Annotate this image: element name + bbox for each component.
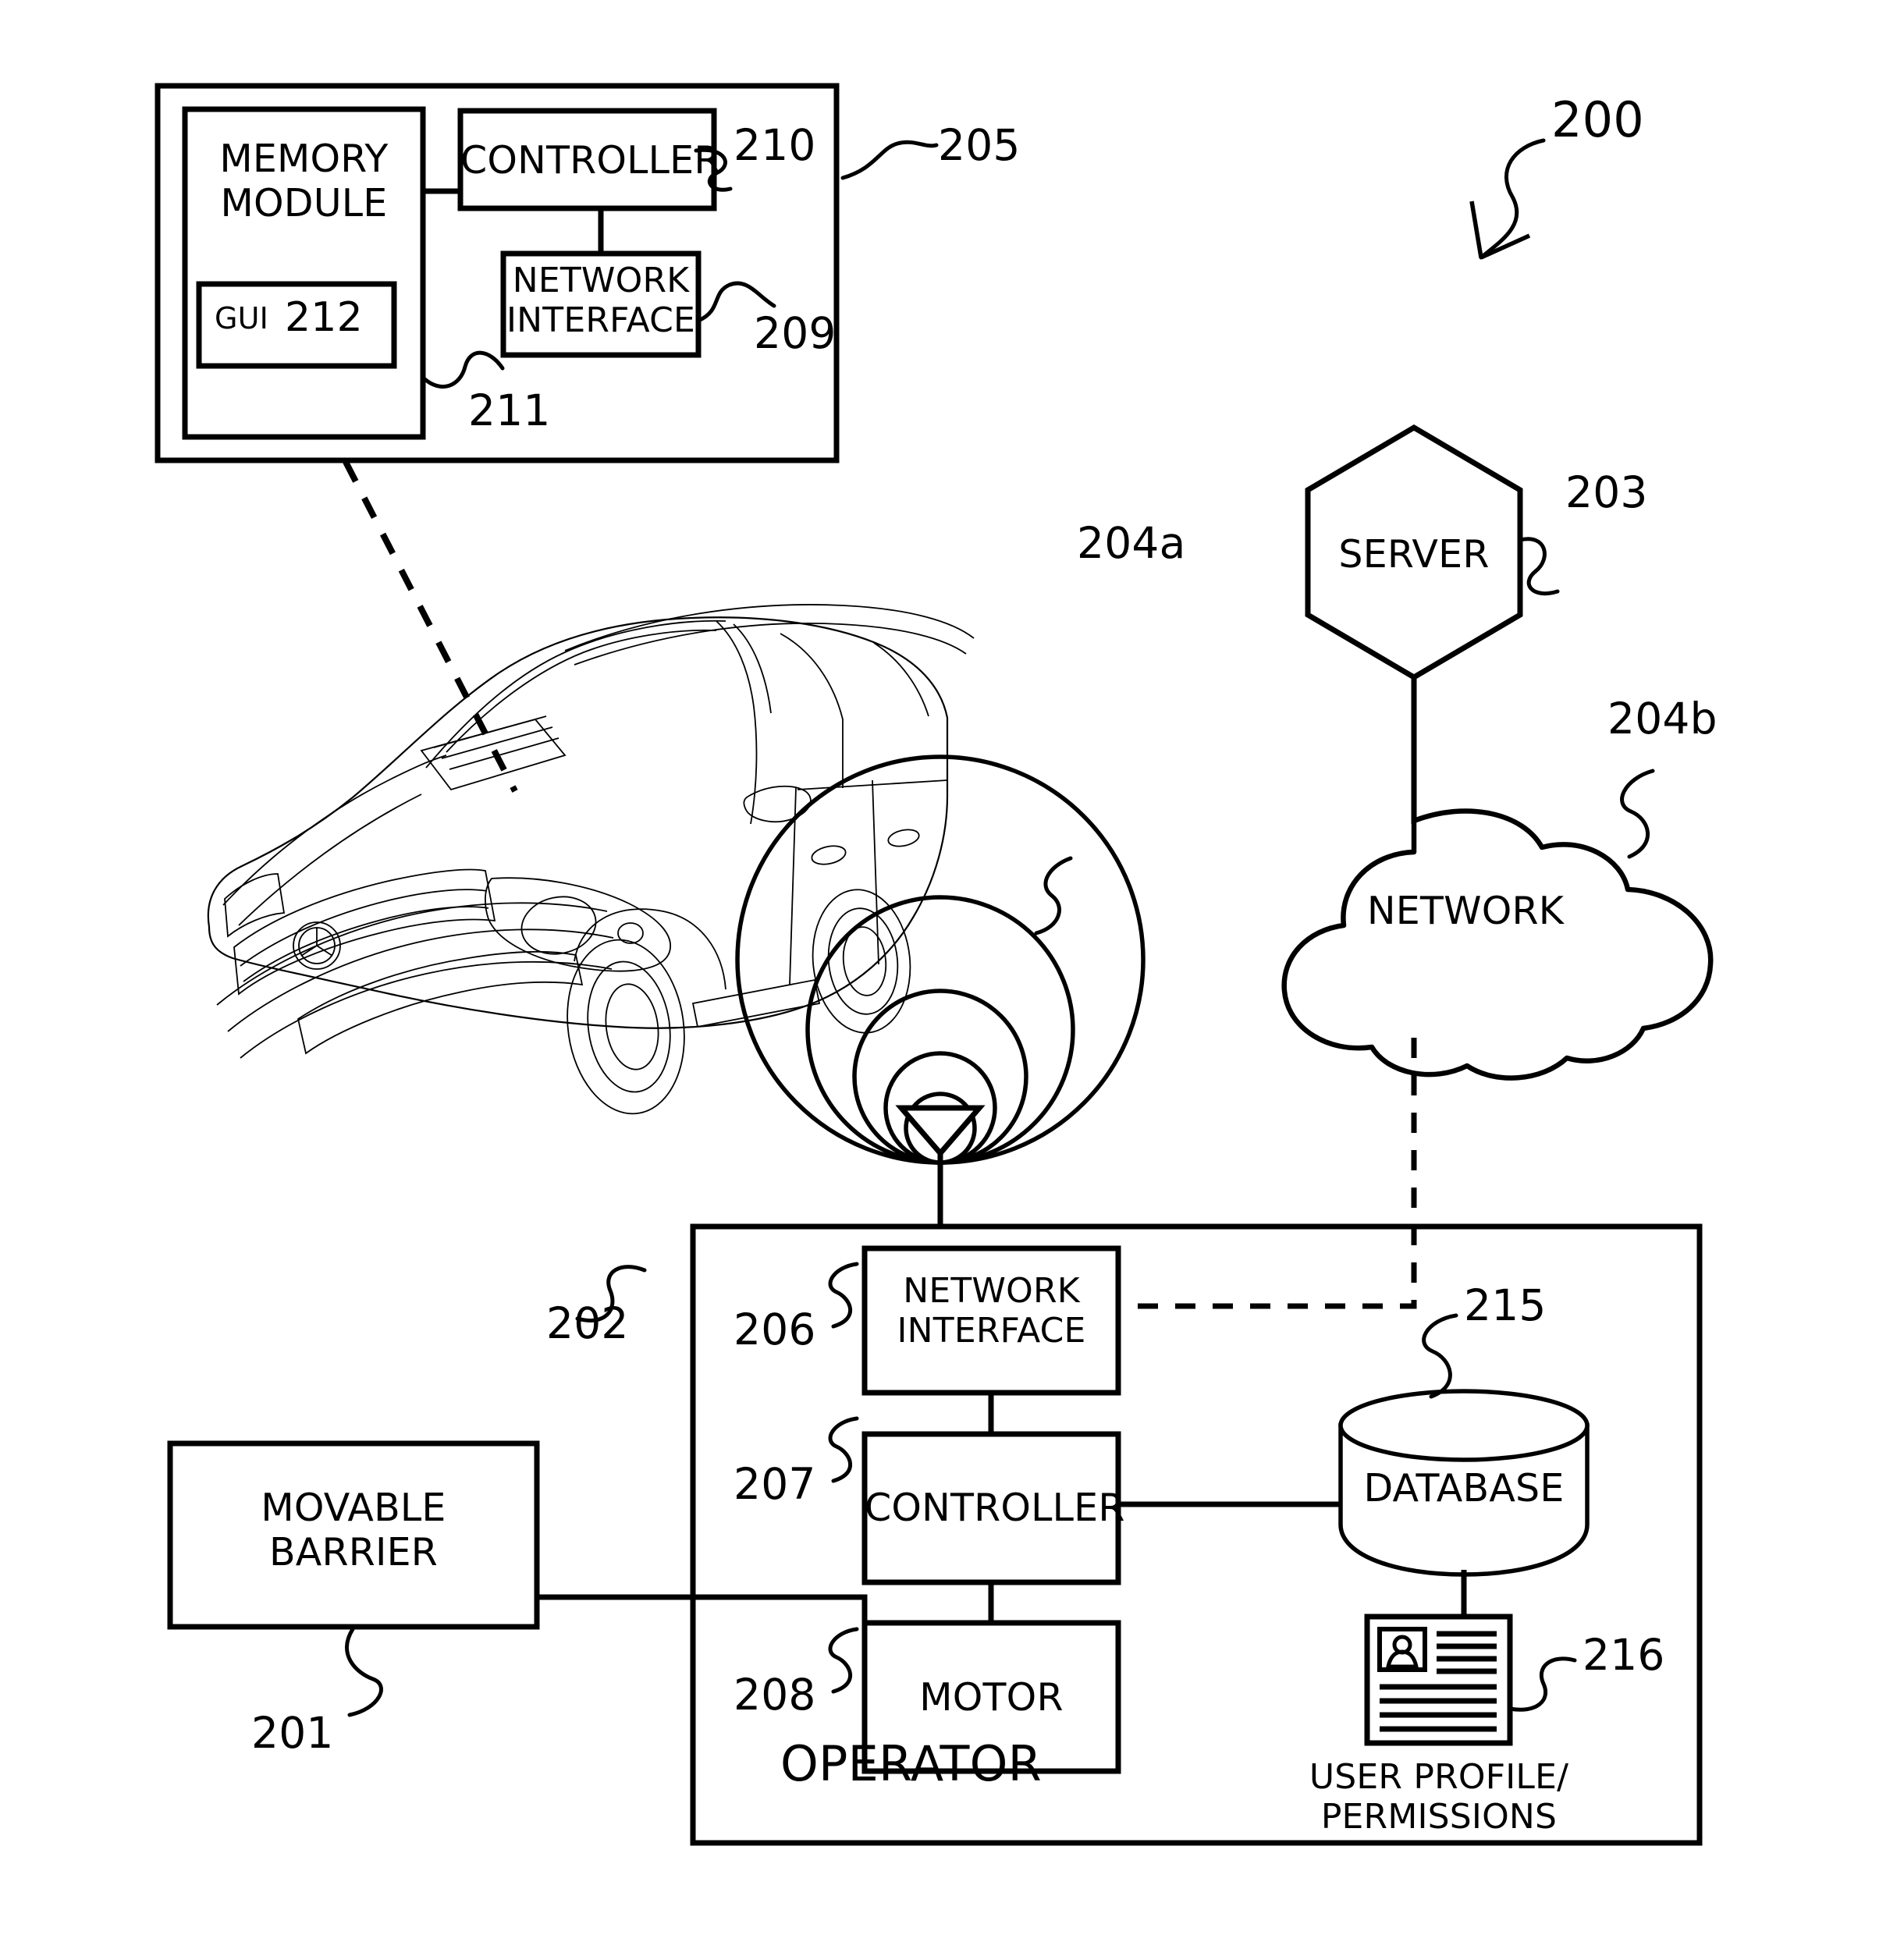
ref-211: 211	[468, 385, 551, 435]
database-cylinder-top	[1338, 1389, 1590, 1462]
ref-205: 205	[938, 120, 1021, 170]
leader-203	[1518, 537, 1560, 596]
leader-215	[1422, 1313, 1458, 1399]
car-door-handle-rear	[887, 829, 920, 847]
gui-label: GUI	[215, 301, 269, 336]
leader-201	[345, 1627, 383, 1717]
connector-barrier-motor	[537, 1594, 868, 1670]
network-cloud-shape	[1281, 808, 1714, 1081]
car-headlight	[485, 877, 671, 972]
ref-204a: 204a	[1077, 518, 1186, 568]
ref-207: 207	[734, 1459, 816, 1509]
network-label: NETWORK	[1366, 889, 1565, 933]
car-door-handle-front	[811, 845, 847, 865]
car-bumper-low	[240, 960, 613, 1059]
car-hood-edge	[222, 754, 447, 906]
user-profile-label: USER PROFILE/ PERMISSIONS	[1309, 1757, 1569, 1837]
leader-211	[421, 350, 505, 389]
leader-216	[1508, 1656, 1577, 1712]
vehicle-controller-label: CONTROLLER	[460, 138, 721, 183]
dashed-link-module-to-vehicle	[343, 460, 518, 793]
ref-202: 202	[546, 1298, 629, 1348]
leader-204a	[1034, 856, 1073, 935]
leader-200	[1479, 138, 1546, 260]
leader-205	[840, 140, 939, 180]
car-roof-line	[564, 604, 975, 651]
car-headlight-left	[224, 873, 286, 938]
operator-controller-label: CONTROLLER	[865, 1486, 1125, 1530]
leader-204b	[1620, 769, 1655, 859]
arrowhead-200	[1469, 201, 1531, 260]
profile-text-lines-top	[1437, 1631, 1497, 1674]
gui-ref: 212	[285, 294, 363, 341]
leader-206	[828, 1262, 859, 1329]
dashed-link-network-to-operator	[1116, 1038, 1417, 1309]
car-grille	[233, 868, 496, 996]
ref-200: 200	[1551, 91, 1644, 148]
server-label: SERVER	[1338, 532, 1490, 577]
movable-barrier-label: MOVABLE BARRIER	[261, 1486, 446, 1575]
ref-216: 216	[1583, 1630, 1665, 1680]
ref-203: 203	[1565, 467, 1648, 517]
leader-207	[828, 1416, 859, 1483]
wireless-signal-rings	[735, 754, 1146, 1165]
patent-figure-canvas: MEMORY MODULE GUI 212 CONTROLLER NETWORK…	[0, 0, 1904, 1942]
leader-208	[828, 1627, 859, 1694]
operator-title-label: OPERATOR	[780, 1735, 1042, 1792]
signal-ring-5	[735, 754, 1146, 1165]
ref-209: 209	[754, 308, 837, 358]
vehicle-network-interface-label: NETWORK INTERFACE	[506, 261, 696, 341]
memory-module-label: MEMORY MODULE	[219, 137, 389, 225]
car-b-pillar	[780, 633, 844, 788]
ref-201: 201	[251, 1708, 334, 1758]
car-c-pillar	[873, 642, 929, 717]
car-front-fender	[574, 908, 726, 990]
car-a-pillar	[716, 620, 758, 825]
operator-motor-label: MOTOR	[919, 1675, 1064, 1720]
operator-network-interface-label: NETWORK INTERFACE	[897, 1271, 1086, 1351]
ref-204b: 204b	[1607, 694, 1718, 744]
ref-215: 215	[1464, 1280, 1547, 1330]
car-bumper-mid	[227, 928, 614, 1032]
ref-210: 210	[734, 120, 816, 170]
database-label: DATABASE	[1363, 1466, 1565, 1511]
car-headlight-lamp	[520, 896, 597, 955]
profile-text-lines-bottom	[1380, 1684, 1497, 1732]
ref-208: 208	[734, 1670, 816, 1720]
car-windshield-upper	[446, 629, 717, 753]
user-profile-document-icon	[1364, 1614, 1513, 1746]
ref-206: 206	[734, 1305, 816, 1354]
car-door-seam2	[872, 779, 879, 965]
